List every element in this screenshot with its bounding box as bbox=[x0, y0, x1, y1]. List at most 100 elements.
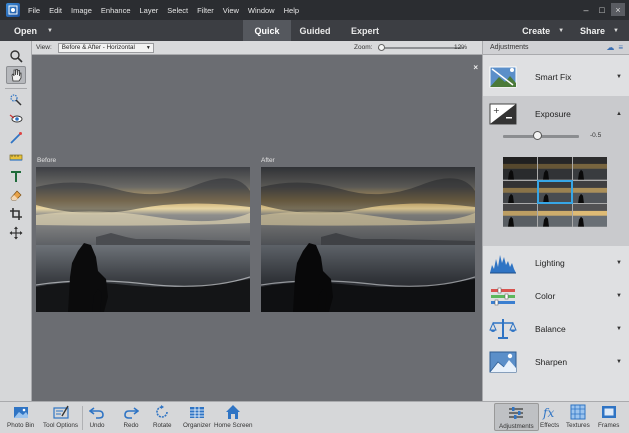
red-eye-tool[interactable] bbox=[6, 110, 26, 128]
tool-options-button[interactable]: Tool Options bbox=[43, 404, 78, 429]
type-tool[interactable] bbox=[6, 167, 26, 185]
open-button[interactable]: Open ▼ bbox=[14, 26, 53, 36]
before-label: Before bbox=[37, 157, 57, 164]
zoom-icon bbox=[10, 50, 23, 63]
exposure-slider-handle[interactable] bbox=[533, 131, 543, 140]
tab-quick[interactable]: Quick bbox=[243, 20, 291, 41]
chevron-down-icon: ▼ bbox=[616, 326, 622, 332]
mode-tabs: Quick Guided Expert bbox=[243, 20, 391, 41]
textures-button[interactable]: Textures bbox=[566, 404, 590, 429]
exposure-thumbnail[interactable] bbox=[573, 180, 607, 204]
menu-window[interactable]: Window bbox=[248, 6, 275, 15]
share-button[interactable]: Share ▼ bbox=[580, 26, 619, 36]
maximize-button[interactable]: □ bbox=[595, 3, 609, 16]
menu-image[interactable]: Image bbox=[71, 6, 92, 15]
photo-bin-button[interactable]: Photo Bin bbox=[7, 404, 34, 429]
menu-filter[interactable]: Filter bbox=[197, 6, 214, 15]
quick-selection-tool[interactable] bbox=[6, 91, 26, 109]
organizer-label: Organizer bbox=[183, 422, 211, 429]
menu-view[interactable]: View bbox=[223, 6, 239, 15]
menu-enhance[interactable]: Enhance bbox=[101, 6, 131, 15]
adjustments-icon bbox=[509, 407, 524, 419]
frames-button[interactable]: Frames bbox=[598, 404, 619, 429]
exposure-thumbnail[interactable] bbox=[503, 180, 537, 204]
share-label: Share bbox=[580, 25, 606, 36]
create-label: Create bbox=[522, 25, 551, 36]
adjustment-smart-fix[interactable]: Smart Fix ▼ bbox=[483, 61, 629, 93]
sharpen-label: Sharpen bbox=[535, 357, 568, 367]
cloud-icon[interactable]: ☁ bbox=[606, 43, 614, 52]
home-screen-button[interactable]: Home Screen bbox=[214, 404, 253, 429]
adjustment-exposure[interactable]: + Exposure ▲ bbox=[483, 98, 629, 130]
chevron-down-icon: ▼ bbox=[616, 74, 622, 80]
whiten-teeth-tool[interactable] bbox=[6, 129, 26, 147]
view-mode-select[interactable]: Before & After - Horizontal ▼ bbox=[57, 42, 154, 53]
zoom-tool[interactable] bbox=[6, 47, 26, 65]
close-icon[interactable]: × bbox=[473, 63, 478, 72]
crop-tool[interactable] bbox=[6, 205, 26, 223]
rotate-button[interactable]: Rotate bbox=[153, 404, 172, 429]
crop-icon bbox=[10, 208, 22, 220]
exposure-thumbnail[interactable] bbox=[503, 157, 537, 180]
effects-button[interactable]: fx Effects bbox=[540, 404, 559, 429]
adjustment-lighting[interactable]: Lighting ▼ bbox=[483, 247, 629, 279]
color-label: Color bbox=[535, 291, 556, 301]
menu-file[interactable]: File bbox=[28, 6, 40, 15]
view-label: View: bbox=[36, 44, 52, 51]
adjustment-sharpen[interactable]: Sharpen ▼ bbox=[483, 346, 629, 378]
organizer-button[interactable]: Organizer bbox=[183, 404, 211, 429]
hand-icon bbox=[11, 69, 22, 82]
view-mode-value: Before & After - Horizontal bbox=[61, 44, 135, 51]
menu-help[interactable]: Help bbox=[284, 6, 299, 15]
tab-guided[interactable]: Guided bbox=[291, 20, 339, 41]
tool-options-icon bbox=[52, 405, 69, 419]
chevron-down-icon: ▼ bbox=[616, 260, 622, 266]
zoom-slider-handle[interactable] bbox=[378, 44, 385, 51]
zoom-slider-track[interactable] bbox=[378, 47, 464, 49]
undo-label: Undo bbox=[89, 422, 105, 429]
exposure-thumbnail[interactable] bbox=[538, 204, 572, 227]
minimize-button[interactable]: – bbox=[579, 3, 593, 16]
straighten-tool[interactable] bbox=[6, 148, 26, 166]
adjustment-color[interactable]: Color ▼ bbox=[483, 280, 629, 312]
menu-select[interactable]: Select bbox=[167, 6, 188, 15]
image-canvas[interactable]: × Before After bbox=[32, 55, 482, 401]
chevron-down-icon: ▼ bbox=[616, 293, 622, 299]
menu-edit[interactable]: Edit bbox=[49, 6, 62, 15]
close-window-button[interactable]: × bbox=[611, 3, 625, 16]
exposure-thumbnail[interactable] bbox=[573, 204, 607, 227]
exposure-value: -0.5 bbox=[590, 132, 602, 139]
undo-button[interactable]: Undo bbox=[89, 404, 105, 429]
tab-expert[interactable]: Expert bbox=[339, 20, 391, 41]
exposure-thumbnail[interactable] bbox=[537, 179, 573, 205]
window-controls: – □ × bbox=[579, 3, 625, 16]
create-button[interactable]: Create ▼ bbox=[522, 26, 564, 36]
balance-icon bbox=[489, 317, 517, 341]
exposure-thumbnail[interactable] bbox=[573, 157, 607, 180]
exposure-thumbnail[interactable] bbox=[538, 157, 572, 180]
exposure-thumbnail[interactable] bbox=[503, 204, 537, 227]
photo-bin-label: Photo Bin bbox=[7, 422, 35, 429]
after-image bbox=[261, 167, 475, 312]
spot-healing-tool[interactable] bbox=[6, 186, 26, 204]
adjustment-balance[interactable]: Balance ▼ bbox=[483, 313, 629, 345]
zoom-label: Zoom: bbox=[354, 44, 373, 51]
adjustments-label: Adjustments bbox=[499, 423, 534, 430]
rotate-icon bbox=[156, 405, 169, 418]
menu-layer[interactable]: Layer bbox=[140, 6, 159, 15]
frames-label: Frames bbox=[598, 422, 620, 429]
hand-tool[interactable] bbox=[6, 66, 26, 84]
undo-icon bbox=[89, 407, 104, 419]
textures-icon bbox=[570, 404, 586, 420]
exposure-thumbnails bbox=[503, 157, 607, 227]
adjustments-button[interactable]: Adjustments bbox=[494, 403, 539, 431]
chevron-down-icon: ▼ bbox=[47, 27, 53, 34]
svg-text:+: + bbox=[493, 106, 500, 115]
organizer-icon bbox=[189, 407, 204, 418]
menu-icon[interactable]: ≡ bbox=[618, 43, 623, 52]
exposure-label: Exposure bbox=[535, 109, 571, 119]
redo-button[interactable]: Redo bbox=[123, 404, 139, 429]
panel-title: Adjustments bbox=[490, 44, 529, 51]
move-tool[interactable] bbox=[6, 224, 26, 242]
tools-panel bbox=[0, 41, 32, 401]
